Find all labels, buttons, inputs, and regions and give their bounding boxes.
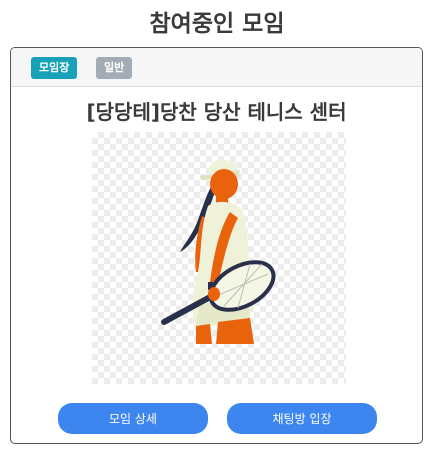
club-card: 모임장 일반 [당당테]당찬 당산 테니스 센터 모임 상세 채팅방 입장 — [10, 47, 423, 444]
club-detail-button[interactable]: 모임 상세 — [58, 403, 208, 434]
role-badge: 모임장 — [31, 57, 78, 79]
type-badge: 일반 — [96, 57, 133, 79]
club-title: [당당테]당찬 당산 테니스 센터 — [86, 100, 347, 124]
tennis-player-illustration — [161, 159, 276, 344]
chat-enter-button[interactable]: 채팅방 입장 — [227, 403, 377, 434]
page-title: 참여중인 모임 — [149, 11, 285, 37]
card-header: 모임장 일반 — [11, 48, 422, 87]
club-image — [92, 132, 346, 384]
